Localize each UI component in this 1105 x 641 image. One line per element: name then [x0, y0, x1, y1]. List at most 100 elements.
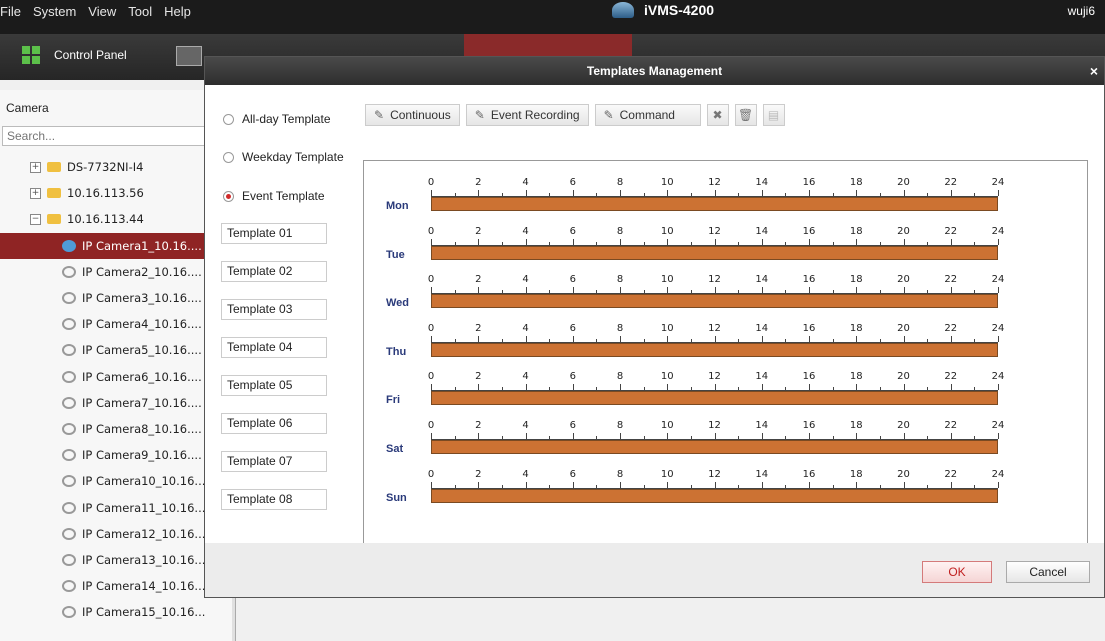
hour-tick: [785, 338, 787, 342]
camera-icon: [62, 580, 76, 593]
schedule-segment[interactable]: [431, 391, 998, 406]
schedule-segment[interactable]: [431, 197, 998, 211]
tab-control-panel[interactable]: Control Panel: [22, 46, 127, 64]
hour-tick: [738, 387, 740, 391]
hour-label: 14: [755, 177, 769, 188]
hour-tick: [431, 287, 432, 294]
tree-camera-item[interactable]: IP Camera8_10.16....: [0, 416, 232, 442]
hour-tick: [738, 290, 740, 294]
schedule-segment[interactable]: [431, 294, 998, 309]
hour-tick: [998, 384, 999, 391]
hour-tick: [950, 335, 952, 342]
schedule-segment[interactable]: [431, 488, 998, 503]
camera-search-input[interactable]: [2, 126, 228, 146]
delete-icon[interactable]: 🗑: [734, 104, 757, 126]
menu-system[interactable]: System: [33, 4, 76, 19]
template-item[interactable]: Template 05: [221, 375, 327, 396]
template-item[interactable]: Template 08: [221, 489, 327, 510]
tree-camera-item[interactable]: IP Camera3_10.16....: [0, 285, 232, 311]
hour-label: 6: [569, 371, 576, 383]
hour-label: 16: [802, 225, 816, 237]
menu-view[interactable]: View: [88, 4, 116, 19]
copy-icon[interactable]: ▤: [762, 104, 785, 126]
tree-camera-item[interactable]: IP Camera14_10.16...: [0, 573, 232, 599]
monitor-tab-icon[interactable]: [176, 46, 202, 66]
cancel-button[interactable]: Cancel: [1006, 561, 1090, 583]
tree-camera-item[interactable]: IP Camera1_10.16....: [0, 232, 232, 259]
pencil-icon: ✎: [474, 108, 485, 122]
continuous-button[interactable]: ✎ Continuous: [365, 104, 460, 126]
hour-label: 0: [427, 177, 435, 188]
hour-tick: [785, 193, 787, 196]
hour-label: 2: [475, 274, 482, 286]
tree-device-item[interactable]: + DS-7732NI-I4: [0, 154, 232, 180]
menu-tool[interactable]: Tool: [128, 4, 152, 19]
tree-item-label: IP Camera9_10.16....: [82, 448, 202, 463]
schedule-segment[interactable]: [431, 342, 998, 357]
tree-camera-item[interactable]: IP Camera5_10.16....: [0, 337, 232, 363]
tab-active-highlight[interactable]: [464, 34, 632, 56]
hour-tick: [549, 387, 551, 391]
hour-label: 22: [944, 468, 958, 480]
hour-tick: [596, 484, 598, 488]
tree-device-item[interactable]: +10.16.113.56: [0, 180, 232, 206]
radio-all-day[interactable]: All-day Template: [223, 112, 331, 126]
camera-icon: [62, 265, 76, 278]
hour-label: 2: [475, 322, 482, 334]
hour-tick: [431, 190, 432, 196]
menu-help[interactable]: Help: [164, 4, 191, 19]
folder-icon: [47, 214, 61, 225]
ok-button[interactable]: OK: [922, 561, 992, 583]
hour-tick: [714, 433, 716, 439]
hour-tick: [809, 384, 810, 391]
expand-icon[interactable]: +: [30, 161, 41, 173]
tree-camera-item[interactable]: IP Camera11_10.16...: [0, 494, 232, 520]
template-item[interactable]: Template 07: [221, 451, 327, 472]
tree-camera-item[interactable]: IP Camera15_10.16...: [0, 599, 232, 625]
hour-label: 22: [944, 322, 958, 334]
hour-tick: [501, 484, 503, 488]
hour-label: 14: [755, 322, 769, 334]
hour-label: 4: [522, 225, 529, 237]
collapse-icon[interactable]: −: [30, 213, 41, 225]
hour-label: 6: [569, 322, 576, 334]
template-item[interactable]: Template 01: [221, 223, 327, 244]
camera-tree: + DS-7732NI-I4 +10.16.113.56 − 10.16.113.44 I…: [0, 154, 232, 625]
hour-tick: [950, 190, 952, 196]
tree-camera-item[interactable]: IP Camera9_10.16....: [0, 442, 232, 468]
template-item[interactable]: Template 06: [221, 413, 327, 434]
tree-camera-item[interactable]: IP Camera13_10.16...: [0, 547, 232, 573]
hour-label: 14: [755, 225, 769, 237]
tree-item-label: IP Camera10_10.16...: [82, 474, 206, 489]
template-item[interactable]: Template 02: [221, 261, 327, 282]
hour-tick: [431, 238, 432, 245]
tree-device-item[interactable]: − 10.16.113.44: [0, 206, 232, 232]
tree-camera-item[interactable]: IP Camera10_10.16...: [0, 468, 232, 494]
schedule-segment[interactable]: [431, 245, 998, 260]
close-icon[interactable]: ×: [1090, 57, 1098, 85]
hour-tick: [903, 190, 905, 196]
schedule-segment[interactable]: [431, 440, 998, 454]
hour-label: 10: [660, 274, 674, 286]
close-x-icon[interactable]: ✖: [706, 104, 729, 126]
hour-tick: [927, 241, 929, 245]
event-recording-button[interactable]: ✎ Event Recording: [465, 104, 589, 126]
user-name[interactable]: wuji6: [1068, 4, 1095, 18]
hour-tick: [856, 481, 858, 488]
tree-camera-item[interactable]: IP Camera2_10.16....: [0, 259, 232, 285]
tree-camera-item[interactable]: IP Camera12_10.16...: [0, 521, 232, 547]
tree-camera-item[interactable]: IP Camera7_10.16....: [0, 390, 232, 416]
hour-tick: [761, 335, 763, 342]
hour-tick: [785, 387, 787, 391]
command-button[interactable]: ✎ Command: [594, 104, 701, 126]
hour-tick: [690, 484, 692, 488]
menu-file[interactable]: File: [0, 4, 21, 19]
tree-camera-item[interactable]: IP Camera6_10.16....: [0, 364, 232, 390]
expand-icon[interactable]: +: [30, 187, 41, 199]
template-item[interactable]: Template 04: [221, 337, 327, 358]
template-item[interactable]: Template 03: [221, 299, 327, 320]
tree-camera-item[interactable]: IP Camera4_10.16....: [0, 311, 232, 337]
radio-event[interactable]: Event Template: [223, 189, 325, 203]
hour-label: 22: [944, 371, 958, 383]
radio-weekday[interactable]: Weekday Template: [223, 150, 344, 164]
